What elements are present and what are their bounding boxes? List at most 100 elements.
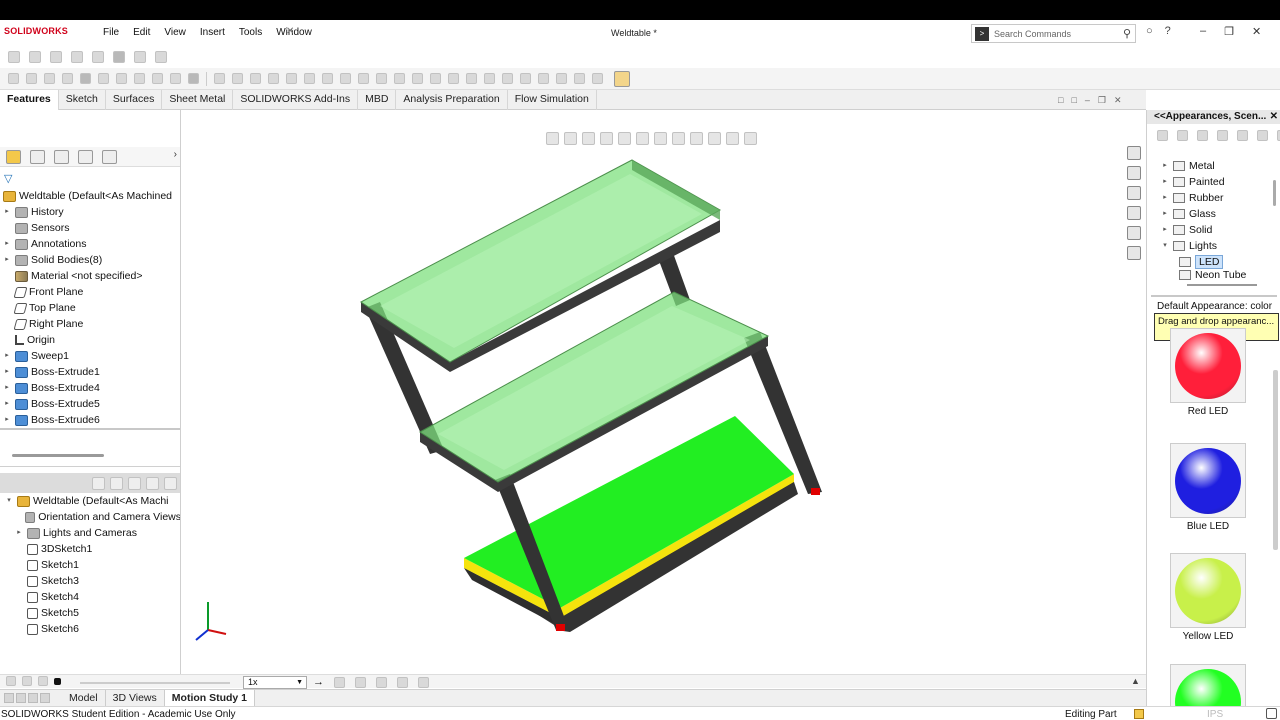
expand-icon[interactable]: ▸ xyxy=(2,380,12,396)
expand-icon[interactable]: ▸ xyxy=(1159,158,1171,174)
play-from-start-icon[interactable] xyxy=(38,676,48,686)
expand-icon[interactable]: ▸ xyxy=(2,348,12,364)
expand-icon[interactable]: ▸ xyxy=(2,204,12,220)
expand-icon[interactable]: ▸ xyxy=(2,396,12,412)
settings-icon[interactable] xyxy=(1237,130,1248,141)
print-icon[interactable] xyxy=(92,51,104,63)
transparency-icon[interactable] xyxy=(164,476,177,490)
expand-icon[interactable]: ▸ xyxy=(1159,206,1171,222)
loft-icon[interactable] xyxy=(268,73,279,84)
open-icon[interactable] xyxy=(44,73,55,84)
menu-edit[interactable]: Edit xyxy=(126,27,157,38)
home-icon[interactable] xyxy=(8,51,20,63)
pattern-icon[interactable] xyxy=(322,73,333,84)
appearances-scenes-icon[interactable] xyxy=(1127,226,1141,240)
appearance-swatch[interactable]: Yellow LED xyxy=(1170,553,1246,642)
intersect-icon[interactable] xyxy=(502,73,513,84)
instant3d-icon[interactable] xyxy=(484,73,495,84)
save-icon[interactable] xyxy=(71,51,83,63)
combine-icon[interactable] xyxy=(538,73,549,84)
display-tree-item[interactable]: Sketch3 xyxy=(0,573,180,589)
fillet-icon[interactable] xyxy=(286,73,297,84)
solidworks-logo[interactable]: SOLIDWORKS xyxy=(4,26,68,36)
expand-icon[interactable]: ▸ xyxy=(2,412,12,428)
expand-icon[interactable]: ▸ xyxy=(2,236,12,252)
chevron-up-icon[interactable]: ▲ xyxy=(1131,676,1140,686)
extrude-icon[interactable] xyxy=(214,73,225,84)
expand-icon[interactable]: ▸ xyxy=(1159,222,1171,238)
weldtable-model[interactable] xyxy=(182,110,1146,675)
playback-speed-select[interactable]: 1x ▼ xyxy=(243,676,307,689)
view-palette-icon[interactable] xyxy=(1127,206,1141,220)
reference-geometry-icon[interactable] xyxy=(448,73,459,84)
select-icon[interactable] xyxy=(134,73,145,84)
close-icon[interactable]: ✕ xyxy=(1252,25,1261,38)
tree-item[interactable]: ▸ Sweep1 xyxy=(0,348,180,364)
add-folder-icon[interactable] xyxy=(1217,130,1228,141)
tree-item[interactable]: Right Plane xyxy=(0,316,180,332)
appearance-folder[interactable]: ▸ Rubber xyxy=(1159,190,1279,206)
restore-icon[interactable]: ❐ xyxy=(1224,25,1234,38)
tree-root[interactable]: Weldtable (Default<As Machined xyxy=(0,188,180,204)
tab-features[interactable]: Features xyxy=(0,89,59,110)
display-tree-item[interactable]: Sketch4 xyxy=(0,589,180,605)
chamfer-icon[interactable] xyxy=(304,73,315,84)
restore-icon[interactable]: ❐ xyxy=(1098,95,1106,106)
graphics-area[interactable] xyxy=(182,110,1146,675)
draft-icon[interactable] xyxy=(394,73,405,84)
minimize-icon[interactable]: – xyxy=(1200,25,1206,38)
undo-icon[interactable] xyxy=(134,51,146,63)
home-icon[interactable] xyxy=(8,73,19,84)
tree-item[interactable]: ▸ Boss-Extrude4 xyxy=(0,380,180,396)
menu-view[interactable]: View xyxy=(157,27,193,38)
tree-item[interactable]: Top Plane xyxy=(0,300,180,316)
split-view-icon[interactable]: □ xyxy=(1071,95,1076,106)
refresh-icon[interactable] xyxy=(1257,130,1268,141)
appearance-folder[interactable]: ▸ Glass xyxy=(1159,206,1279,222)
minimize-icon[interactable]: – xyxy=(1085,95,1090,106)
solidworks-resources-icon[interactable] xyxy=(1127,146,1141,160)
file-properties-icon[interactable] xyxy=(170,73,181,84)
new-icon[interactable] xyxy=(26,73,37,84)
feature-manager-tab-icon[interactable] xyxy=(6,149,21,164)
calculate-icon[interactable] xyxy=(6,676,16,686)
menu-file[interactable]: File xyxy=(96,27,126,38)
appearance-folder[interactable]: ▸ Metal xyxy=(1159,158,1279,174)
tree-item[interactable]: Sensors xyxy=(0,220,180,236)
mirror-icon[interactable] xyxy=(340,73,351,84)
measure-icon[interactable] xyxy=(592,73,603,84)
dimxpert-tab-icon[interactable] xyxy=(78,149,93,164)
display-tree-root[interactable]: ▾ Weldtable (Default<As Machi xyxy=(0,493,180,509)
tab-sheet-metal[interactable]: Sheet Metal xyxy=(162,89,234,110)
animation-wizard-icon[interactable] xyxy=(355,676,366,688)
search-commands[interactable]: > Search Commands ⚲ xyxy=(971,24,1136,43)
tree-item[interactable]: Material <not specified> xyxy=(0,268,180,284)
tab-analysis-preparation[interactable]: Analysis Preparation xyxy=(396,89,508,110)
study-properties-icon[interactable] xyxy=(418,676,429,688)
display-mode-icon[interactable] xyxy=(128,476,141,490)
options-icon[interactable] xyxy=(113,51,125,63)
display-tree-item[interactable]: ▸ Lights and Cameras xyxy=(0,525,180,541)
first-tab-icon[interactable] xyxy=(4,693,14,703)
arrow-right-icon[interactable]: → xyxy=(313,676,324,688)
display-tree-item[interactable]: Sketch1 xyxy=(0,557,180,573)
tab-surfaces[interactable]: Surfaces xyxy=(106,89,163,110)
custom-properties-icon[interactable] xyxy=(1127,246,1141,260)
tab-model[interactable]: Model xyxy=(62,689,106,707)
tree-item[interactable]: ▸ Annotations xyxy=(0,236,180,252)
revolve-icon[interactable] xyxy=(232,73,243,84)
expand-icon[interactable]: ▸ xyxy=(2,252,12,268)
hide-show-icon[interactable] xyxy=(110,476,123,490)
help-icon[interactable]: ? xyxy=(1165,25,1171,37)
search-input[interactable]: Search Commands xyxy=(994,29,1123,39)
appearance-toggle-icon[interactable] xyxy=(614,70,630,87)
file-explorer-icon[interactable] xyxy=(1127,186,1141,200)
expand-icon[interactable]: ▸ xyxy=(1159,174,1171,190)
appearance-swatch[interactable]: Red LED xyxy=(1170,328,1246,417)
forward-icon[interactable] xyxy=(1177,130,1188,141)
new-icon[interactable] xyxy=(29,51,41,63)
print-icon[interactable] xyxy=(80,73,91,84)
redo-icon[interactable] xyxy=(116,73,127,84)
play-icon[interactable] xyxy=(22,676,32,686)
menu-insert[interactable]: Insert xyxy=(193,27,232,38)
